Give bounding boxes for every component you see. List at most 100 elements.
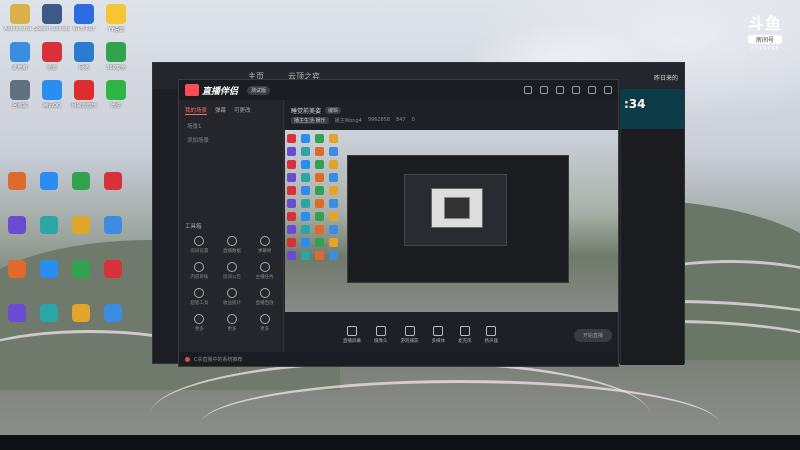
bg-card-value: :34: [624, 97, 646, 111]
tab-editable[interactable]: 可更改: [234, 106, 251, 115]
add-scene-item[interactable]: 添加场景: [179, 133, 283, 147]
tool-icon: [226, 288, 237, 298]
app-icon[interactable]: [8, 216, 26, 234]
tool-icon: [226, 262, 237, 272]
stream-preview[interactable]: [285, 130, 618, 312]
tool-icon: [226, 314, 237, 324]
taskbar[interactable]: [0, 435, 800, 450]
desktop-icon-label: WPS PDF: [72, 26, 96, 32]
app-icon[interactable]: [104, 172, 122, 190]
scene-item[interactable]: 场景1: [179, 119, 283, 133]
app-icon[interactable]: [104, 260, 122, 278]
tool-item[interactable]: 直播数据: [216, 236, 249, 254]
tool-item[interactable]: 房间设置: [183, 236, 216, 254]
preview-icon: [315, 134, 324, 143]
tool-item[interactable]: 房间公告: [216, 262, 249, 280]
streaming-app-window[interactable]: 直播伴侣 测试版 我的场景 弹幕 可更改 场景1 添加场景 工具箱 房间设置 直播…: [178, 79, 619, 367]
preview-icon: [329, 173, 338, 182]
desktop-icon[interactable]: 360安全: [98, 42, 134, 71]
app-icon[interactable]: [8, 304, 26, 322]
tool-item[interactable]: 更多: [248, 314, 281, 332]
tool-icon: [194, 262, 205, 272]
app-titlebar: 直播伴侣 测试版: [179, 80, 618, 100]
app-icon[interactable]: [40, 304, 58, 322]
app-icon: [74, 42, 94, 62]
app-icon: [74, 80, 94, 100]
tool-item[interactable]: 收益统计: [216, 288, 249, 306]
app-icon[interactable]: [40, 172, 58, 190]
app-icon[interactable]: [40, 260, 58, 278]
desktop-icon[interactable]: 此电脑: [2, 42, 38, 71]
tab-danmaku[interactable]: 弹幕: [215, 106, 226, 115]
app-icon[interactable]: [72, 216, 90, 234]
tool-item[interactable]: 超管工具: [183, 288, 216, 306]
tool-item[interactable]: 内容审核: [183, 262, 216, 280]
preview-icon: [315, 147, 324, 156]
app-icon[interactable]: [104, 216, 122, 234]
app-icon: [106, 4, 126, 24]
app-name: 直播伴侣: [202, 86, 239, 97]
desktop-icon[interactable]: 腾讯QQ: [34, 80, 70, 109]
maximize-icon[interactable]: [588, 86, 596, 94]
preview-icon: [315, 160, 324, 169]
tool-label: 收益统计: [222, 301, 241, 306]
edit-button[interactable]: 编辑: [325, 107, 342, 114]
settings-icon[interactable]: [540, 86, 548, 94]
tool-item[interactable]: 更多: [216, 314, 249, 332]
bg-right-panel: :34: [620, 89, 684, 365]
preview-nested-window-4: [444, 197, 470, 219]
app-icon[interactable]: [8, 260, 26, 278]
watermark-title: 斗鱼: [747, 14, 782, 33]
bg-right-label: 昨日来的: [653, 75, 678, 82]
tool-label: 房间设置: [190, 249, 209, 254]
preview-icon: [301, 173, 310, 182]
tool-item[interactable]: 更多: [183, 314, 216, 332]
desktop-icon[interactable]: 微信: [98, 80, 134, 109]
desktop-icon[interactable]: 网易云音乐: [66, 80, 102, 109]
desktop-icon-label: YY语音: [107, 27, 125, 33]
tool-item[interactable]: 直播回放: [248, 288, 281, 306]
start-live-button[interactable]: 开始直播: [574, 328, 612, 342]
status-bar: C杀直播中的系统推荐: [179, 352, 618, 366]
app-icon[interactable]: [104, 304, 122, 322]
desktop-icon[interactable]: WPS PDF: [66, 4, 102, 32]
message-icon[interactable]: [524, 86, 532, 94]
desktop-icon[interactable]: YY语音: [98, 4, 134, 33]
preview-icon: [315, 251, 324, 260]
preview-icon: [315, 186, 324, 195]
capture-control[interactable]: 游戏捕获: [401, 326, 419, 344]
desktop-icon[interactable]: Administra...: [2, 4, 38, 32]
desktop-icon[interactable]: Steam Uninstaller: [34, 4, 70, 32]
preview-icon: [315, 212, 324, 221]
app-icon: [42, 80, 62, 100]
app-icon[interactable]: [72, 260, 90, 278]
app-icon[interactable]: [72, 172, 90, 190]
tool-icon: [259, 236, 270, 246]
room-category[interactable]: 播主生活·娱乐: [291, 117, 329, 124]
minimize-icon[interactable]: [572, 86, 580, 94]
tab-scenes[interactable]: 我的场景: [185, 106, 208, 115]
app-icon[interactable]: [72, 304, 90, 322]
desktop-icon[interactable]: 迅雷: [34, 42, 70, 71]
desktop-icon[interactable]: 回收站: [2, 80, 38, 109]
capture-control[interactable]: 直播屏幕: [343, 326, 361, 344]
tool-item[interactable]: 弹幕姬: [248, 236, 281, 254]
tool-label: 超管工具: [190, 301, 209, 306]
close-icon[interactable]: [604, 86, 612, 94]
preview-icon: [301, 238, 310, 247]
capture-control[interactable]: 扬声器: [485, 326, 498, 344]
app-icon[interactable]: [40, 216, 58, 234]
desktop-icon[interactable]: 网络: [66, 42, 102, 71]
app-icon[interactable]: [8, 172, 26, 190]
capture-control[interactable]: 摄像头: [374, 326, 388, 344]
menu-icon[interactable]: [556, 86, 564, 94]
capture-control-label: 多媒体: [431, 339, 446, 344]
preview-icon: [329, 251, 338, 260]
capture-control[interactable]: 多媒体: [431, 326, 446, 344]
desktop-icon-label: Steam Uninstaller: [34, 26, 70, 32]
preview-icon: [287, 134, 296, 143]
tool-item[interactable]: 主播任务: [248, 262, 281, 280]
capture-control-icon: [347, 326, 357, 336]
capture-control[interactable]: 麦克风: [458, 326, 472, 344]
douyu-watermark: 斗鱼 房间号 7716768: [747, 10, 782, 52]
